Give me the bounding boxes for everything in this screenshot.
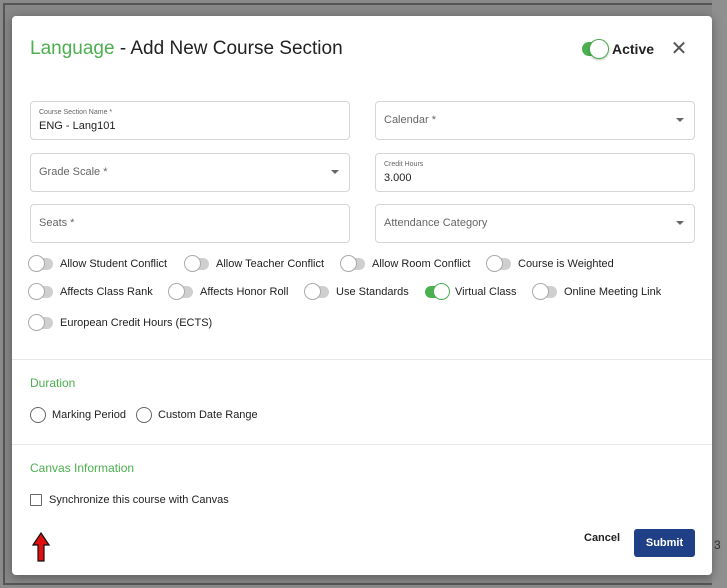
toggle-label: Allow Room Conflict [372, 258, 471, 270]
submit-button[interactable]: Submit [634, 529, 695, 557]
course-section-name-label: Course Section Name * [39, 109, 113, 116]
course-section-name-field[interactable]: Course Section Name * ENG - Lang101 [30, 101, 350, 140]
toggle-switch[interactable] [486, 255, 511, 272]
active-toggle[interactable]: Active [582, 39, 655, 59]
title-text: - Add New Course Section [114, 38, 343, 59]
close-icon[interactable]: ✕ [670, 39, 688, 59]
checkbox-label: Synchronize this course with Canvas [49, 494, 229, 506]
radio-circle[interactable] [30, 407, 46, 423]
toggle-label: Affects Honor Roll [200, 286, 289, 298]
active-label: Active [612, 41, 655, 57]
sync-canvas-checkbox[interactable]: Synchronize this course with Canvas [30, 494, 229, 506]
modal-title: Language - Add New Course Section [30, 38, 343, 60]
duration-title: Duration [30, 376, 76, 390]
grade-scale-select[interactable]: Grade Scale * [30, 153, 350, 192]
credit-hours-label: Credit Hours [384, 161, 424, 168]
chevron-down-icon [331, 170, 339, 174]
toggle-label: Affects Class Rank [60, 286, 153, 298]
radio-label: Marking Period [52, 409, 126, 421]
toggle-virtual-class[interactable]: Virtual Class [425, 283, 517, 300]
toggle-switch[interactable] [28, 283, 53, 300]
chevron-down-icon [676, 221, 684, 225]
credit-hours-field[interactable]: Credit Hours 3.000 [375, 153, 695, 192]
course-section-name-value: ENG - Lang101 [39, 120, 116, 132]
chevron-down-icon [676, 118, 684, 122]
radio-custom-date-range[interactable]: Custom Date Range [136, 407, 258, 423]
toggle-switch[interactable] [168, 283, 193, 300]
active-switch[interactable] [582, 39, 609, 59]
toggle-label: Allow Teacher Conflict [216, 258, 325, 270]
checkbox-box[interactable] [30, 494, 42, 506]
toggle-affects-class-rank[interactable]: Affects Class Rank [28, 283, 153, 300]
grade-scale-placeholder: Grade Scale * [39, 166, 108, 178]
toggle-switch[interactable] [28, 255, 53, 272]
calendar-select[interactable]: Calendar * [375, 101, 695, 140]
modal-header: Language - Add New Course Section Active… [12, 16, 712, 86]
toggle-label: Online Meeting Link [564, 286, 662, 298]
attendance-category-select[interactable]: Attendance Category [375, 204, 695, 243]
toggle-allow-room-conflict[interactable]: Allow Room Conflict [340, 255, 471, 272]
toggle-switch[interactable] [532, 283, 557, 300]
toggle-use-standards[interactable]: Use Standards [304, 283, 409, 300]
toggle-switch[interactable] [340, 255, 365, 272]
toggle-switch[interactable] [304, 283, 329, 300]
title-course-name: Language [30, 38, 115, 59]
toggle-online-meeting-link[interactable]: Online Meeting Link [532, 283, 662, 300]
calendar-placeholder: Calendar * [384, 114, 436, 126]
toggle-label: Allow Student Conflict [60, 258, 167, 270]
toggle-allow-student-conflict[interactable]: Allow Student Conflict [28, 255, 167, 272]
background-edge-text: 3 [714, 538, 721, 552]
seats-placeholder: Seats * [39, 217, 75, 229]
radio-marking-period[interactable]: Marking Period [30, 407, 126, 423]
toggle-label: Course is Weighted [518, 258, 614, 270]
toggle-label: Virtual Class [455, 286, 517, 298]
toggle-switch[interactable] [184, 255, 209, 272]
red-arrow-up-icon [32, 532, 50, 562]
add-course-section-modal: Language - Add New Course Section Active… [12, 16, 712, 575]
toggle-switch[interactable] [425, 283, 450, 300]
toggle-label: European Credit Hours (ECTS) [60, 317, 213, 329]
background-right-strip [712, 0, 727, 588]
toggle-course-is-weighted[interactable]: Course is Weighted [486, 255, 614, 272]
seats-field[interactable]: Seats * [30, 204, 350, 243]
section-divider [12, 359, 712, 360]
credit-hours-value: 3.000 [384, 172, 412, 184]
toggle-european-credit-hours[interactable]: European Credit Hours (ECTS) [28, 314, 213, 331]
radio-circle[interactable] [136, 407, 152, 423]
canvas-information-title: Canvas Information [30, 461, 135, 475]
radio-label: Custom Date Range [158, 409, 258, 421]
cancel-button[interactable]: Cancel [584, 532, 620, 544]
attendance-category-placeholder: Attendance Category [384, 217, 488, 229]
toggle-affects-honor-roll[interactable]: Affects Honor Roll [168, 283, 289, 300]
section-divider [12, 444, 712, 445]
toggle-allow-teacher-conflict[interactable]: Allow Teacher Conflict [184, 255, 325, 272]
toggle-label: Use Standards [336, 286, 409, 298]
toggle-switch[interactable] [28, 314, 53, 331]
